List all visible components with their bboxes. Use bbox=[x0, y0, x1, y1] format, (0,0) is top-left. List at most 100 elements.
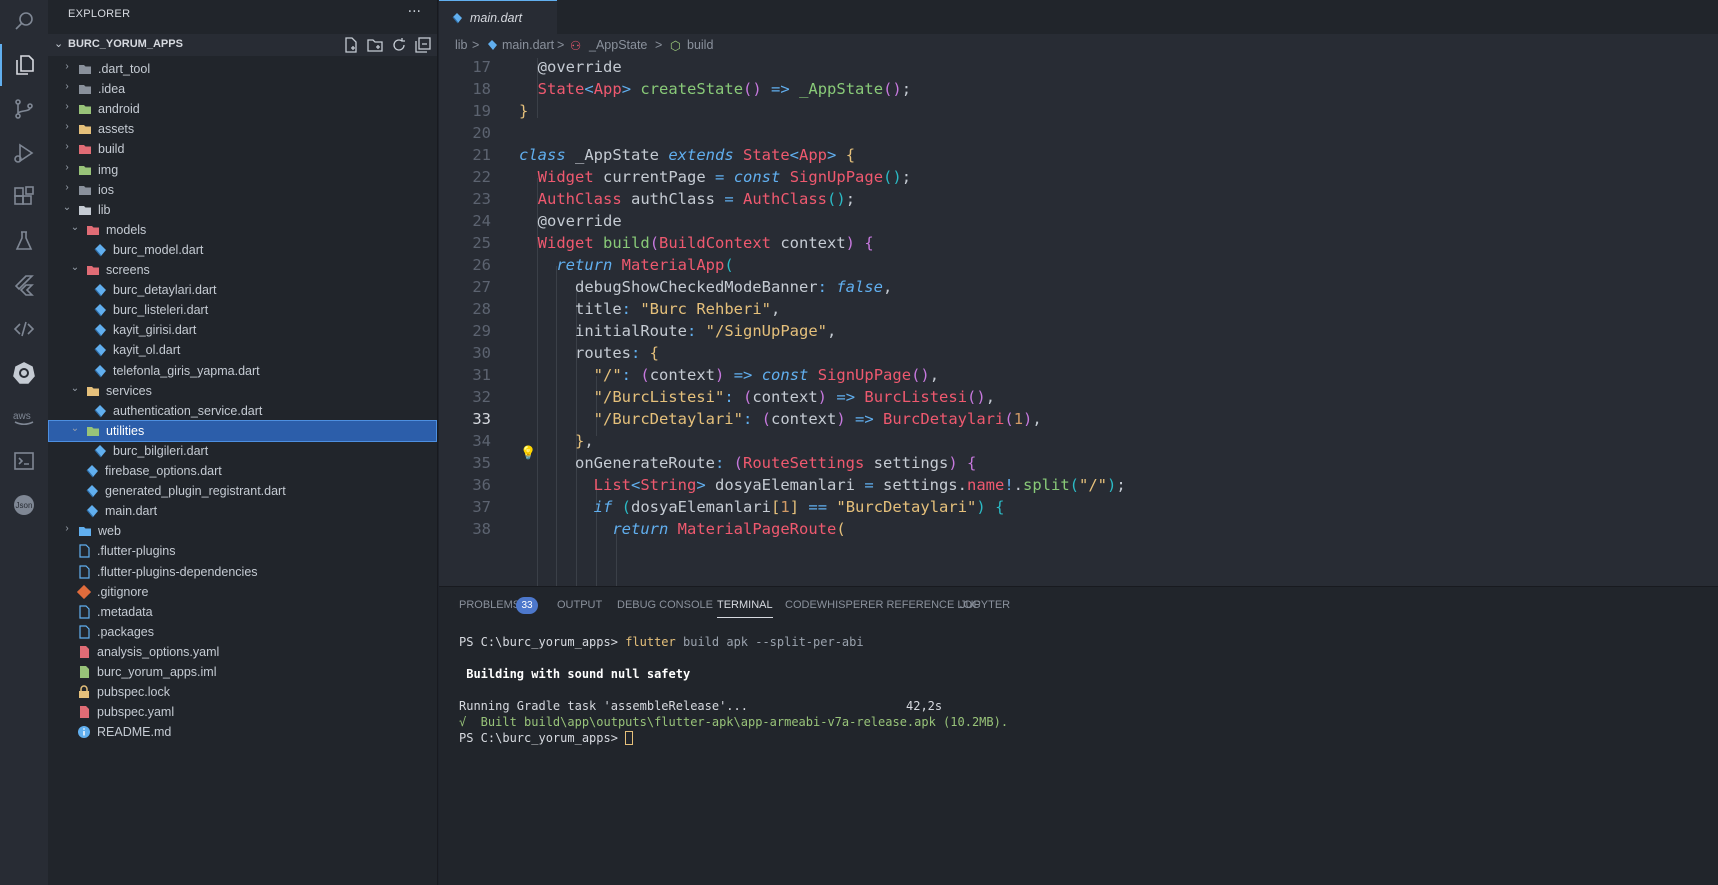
tree-item[interactable]: ⌄ utilities bbox=[48, 419, 437, 442]
tree-item[interactable]: burc_bilgileri.dart bbox=[48, 440, 437, 462]
folder-open-icon bbox=[87, 426, 99, 436]
tree-item-label: web bbox=[98, 524, 121, 539]
extensions-icon[interactable] bbox=[0, 176, 48, 218]
tree-item[interactable]: kayit_ol.dart bbox=[48, 339, 437, 361]
dart-file-icon bbox=[94, 284, 106, 297]
code-editor[interactable]: 17 18 19 20 21 22 23 24 25 26 27 28 29 30 31 32 33 34 35 36… bbox=[439, 58, 1718, 586]
tree-item[interactable]: › assets bbox=[48, 118, 437, 140]
folder-icon bbox=[79, 105, 91, 115]
tree-item[interactable]: burc_detaylari.dart bbox=[48, 279, 437, 301]
tree-item[interactable]: ⌄ lib bbox=[48, 199, 437, 221]
kubernetes-icon[interactable] bbox=[0, 352, 48, 394]
breadcrumb-file[interactable]: main.dart bbox=[502, 38, 554, 52]
tree-item-label: authentication_service.dart bbox=[113, 403, 263, 418]
tree-item[interactable]: .flutter-plugins-dependencies bbox=[48, 561, 437, 583]
flutter-icon[interactable] bbox=[0, 264, 48, 306]
code-line-25: Widget build(BuildContext context) { bbox=[537, 234, 874, 252]
code-icon[interactable] bbox=[0, 308, 48, 350]
tree-item[interactable]: pubspec.yaml bbox=[48, 701, 437, 723]
tree-item[interactable]: › img bbox=[48, 159, 437, 181]
tree-item[interactable]: pubspec.lock bbox=[48, 681, 437, 703]
tree-item-label: burc_detaylari.dart bbox=[113, 283, 217, 298]
tab-codewhisperer-reference-log[interactable]: CODEWHISPERER REFERENCE LOG bbox=[785, 599, 981, 611]
tree-item[interactable]: › .idea bbox=[48, 78, 437, 100]
tree-item[interactable]: generated_plugin_registrant.dart bbox=[48, 480, 437, 502]
line-number: 32 bbox=[472, 388, 491, 406]
tree-item[interactable]: › ios bbox=[48, 179, 437, 201]
tree-item[interactable]: .gitignore bbox=[48, 581, 437, 603]
tree-item[interactable]: main.dart bbox=[48, 500, 437, 522]
tree-item-label: models bbox=[106, 222, 147, 237]
more-actions-icon[interactable]: ··· bbox=[408, 4, 421, 20]
tab-main-dart[interactable]: main.dart bbox=[439, 0, 557, 34]
collapse-all-icon[interactable] bbox=[415, 37, 431, 53]
tree-item[interactable]: README.md bbox=[48, 721, 437, 743]
new-folder-icon[interactable] bbox=[367, 37, 383, 53]
aws-icon[interactable]: aws bbox=[0, 396, 48, 438]
line-number: 19 bbox=[472, 102, 491, 120]
tree-item[interactable]: .flutter-plugins bbox=[48, 540, 437, 562]
tree-item-label: firebase_options.dart bbox=[105, 464, 222, 478]
explorer-icon[interactable] bbox=[0, 44, 48, 86]
file-icon bbox=[79, 625, 90, 639]
code-line-35: onGenerateRoute: (RouteSettings settings… bbox=[519, 454, 977, 472]
testing-icon[interactable] bbox=[0, 220, 48, 262]
tree-item-label: lib bbox=[98, 202, 111, 217]
dart-file-icon bbox=[86, 505, 98, 518]
tab-output[interactable]: OUTPUT bbox=[557, 599, 602, 611]
tree-item[interactable]: › web bbox=[48, 520, 437, 542]
tree-item[interactable]: telefonla_giris_yapma.dart bbox=[48, 360, 437, 382]
tab-jupyter[interactable]: JUPYTER bbox=[960, 599, 1010, 611]
tree-item-label: .dart_tool bbox=[98, 62, 151, 76]
chevron-right-icon: › bbox=[65, 81, 69, 93]
search-icon[interactable] bbox=[0, 0, 48, 42]
tree-item[interactable]: ⌄ models bbox=[48, 219, 437, 241]
lightbulb-icon[interactable]: 💡 bbox=[520, 446, 536, 461]
class-icon: ⚇ bbox=[570, 39, 582, 53]
tree-item[interactable]: ⌄ screens bbox=[48, 259, 437, 281]
breadcrumb-separator: > bbox=[655, 38, 663, 52]
code-line-33: "/BurcDetaylari": (context) => BurcDetay… bbox=[593, 410, 1042, 428]
breadcrumb-method[interactable]: build bbox=[687, 38, 713, 52]
breadcrumb-class[interactable]: _AppState bbox=[589, 38, 647, 52]
run-debug-icon[interactable] bbox=[0, 132, 48, 174]
new-file-icon[interactable] bbox=[343, 37, 359, 53]
terminal-icon[interactable] bbox=[0, 440, 48, 482]
tree-item-label: pubspec.lock bbox=[97, 685, 170, 700]
tree-item[interactable]: burc_listeleri.dart bbox=[48, 299, 437, 321]
folder-icon bbox=[79, 527, 91, 537]
tree-item[interactable]: analysis_options.yaml bbox=[48, 641, 437, 663]
chevron-right-icon: › bbox=[65, 161, 69, 173]
breadcrumb-lib[interactable]: lib bbox=[455, 38, 468, 52]
line-number: 30 bbox=[472, 344, 491, 362]
terminal-cursor[interactable] bbox=[625, 731, 634, 745]
tree-item[interactable]: burc_yorum_apps.iml bbox=[48, 661, 437, 683]
tree-item[interactable]: .metadata bbox=[48, 601, 437, 623]
tab-terminal[interactable]: TERMINAL bbox=[717, 599, 773, 618]
line-number: 20 bbox=[472, 124, 491, 142]
tree-item[interactable]: burc_model.dart bbox=[48, 239, 437, 261]
line-number: 24 bbox=[472, 212, 491, 230]
folder-open-icon bbox=[79, 205, 91, 215]
refresh-icon[interactable] bbox=[391, 37, 407, 53]
tree-item[interactable]: .packages bbox=[48, 621, 437, 643]
folder-open-icon bbox=[87, 225, 99, 235]
code-line-22: Widget currentPage = const SignUpPage(); bbox=[537, 168, 912, 186]
source-control-icon[interactable] bbox=[0, 88, 48, 130]
chevron-right-icon: › bbox=[65, 141, 69, 153]
tree-item[interactable]: kayit_girisi.dart bbox=[48, 319, 437, 341]
tab-debug-console[interactable]: DEBUG CONSOLE bbox=[617, 599, 713, 611]
terminal-prompt: PS C:\burc_yorum_apps> bbox=[459, 635, 618, 649]
tree-item[interactable]: › build bbox=[48, 138, 437, 160]
tree-item[interactable]: › .dart_tool bbox=[48, 58, 437, 80]
tree-item[interactable]: ⌄ services bbox=[48, 380, 437, 402]
tree-item[interactable]: › android bbox=[48, 98, 437, 120]
folder-open-icon bbox=[87, 386, 99, 396]
tree-item[interactable]: authentication_service.dart bbox=[48, 400, 437, 422]
tab-problems[interactable]: PROBLEMS bbox=[459, 599, 520, 611]
project-header[interactable]: ⌄ BURC_YORUM_APPS bbox=[48, 34, 437, 56]
terminal-line-command: PS C:\burc_yorum_apps> flutter build apk… bbox=[459, 635, 864, 649]
json-icon[interactable]: Json bbox=[0, 484, 48, 526]
tree-item[interactable]: firebase_options.dart bbox=[48, 460, 437, 482]
folder-icon bbox=[79, 145, 91, 155]
